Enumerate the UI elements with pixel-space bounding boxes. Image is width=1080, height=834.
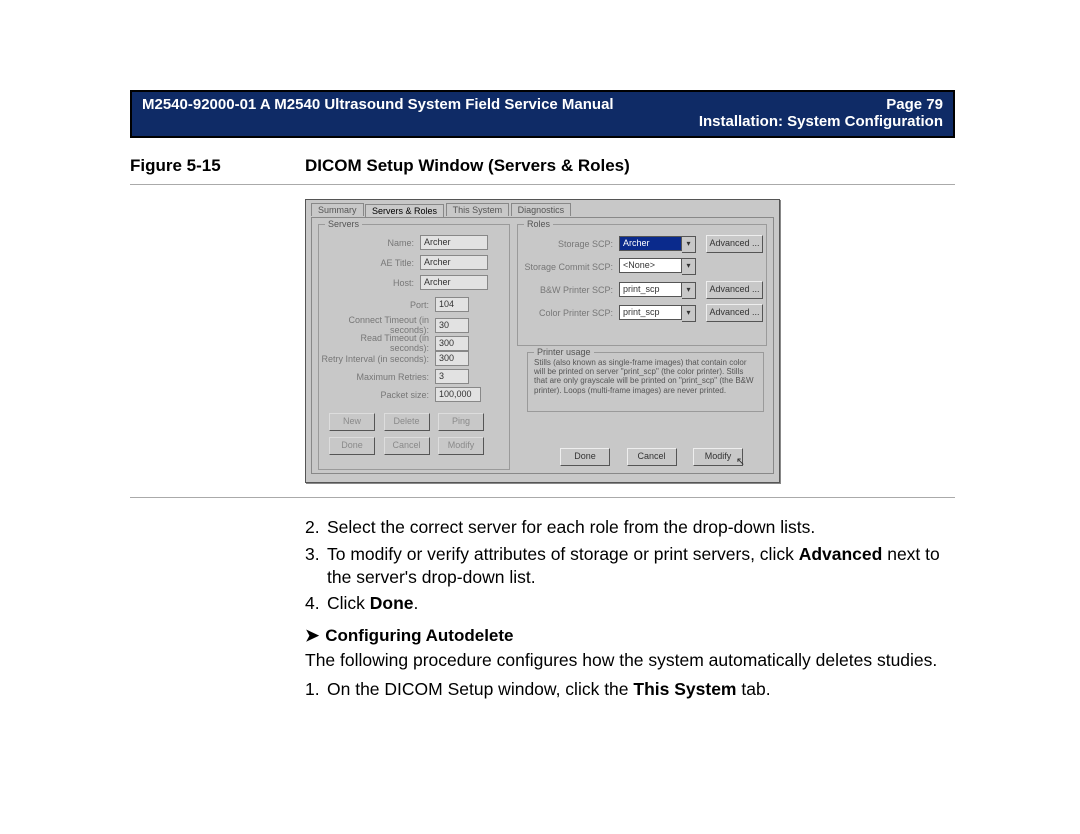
divider xyxy=(130,497,955,498)
connect-timeout-field[interactable]: 30 xyxy=(435,318,469,333)
subsection-intro: The following procedure configures how t… xyxy=(305,649,945,672)
step-list: 2.Select the correct server for each rol… xyxy=(305,516,945,615)
cursor-icon: ↖ xyxy=(736,455,745,468)
header-left: M2540-92000-01 A M2540 Ultrasound System… xyxy=(142,96,614,113)
color-printer-advanced-button[interactable]: Advanced ... xyxy=(706,304,763,322)
figure-number: Figure 5-15 xyxy=(130,156,305,176)
divider xyxy=(130,184,955,185)
done-button[interactable]: Done xyxy=(560,448,610,466)
bw-printer-advanced-button[interactable]: Advanced ... xyxy=(706,281,763,299)
tab-servers-roles[interactable]: Servers & Roles xyxy=(365,204,444,217)
storage-scp-advanced-button[interactable]: Advanced ... xyxy=(706,235,763,253)
dicom-setup-window: Summary Servers & Roles This System Diag… xyxy=(305,199,780,483)
arrow-icon: ➤ xyxy=(305,626,319,645)
port-field[interactable]: 104 xyxy=(435,297,469,312)
ping-button[interactable]: Ping xyxy=(438,413,484,431)
subsection-heading: ➤Configuring Autodelete xyxy=(305,625,945,647)
max-retries-field[interactable]: 3 xyxy=(435,369,469,384)
figure-title: DICOM Setup Window (Servers & Roles) xyxy=(305,156,630,176)
servers-done-button[interactable]: Done xyxy=(329,437,375,455)
header-page: Page 79 xyxy=(886,96,943,113)
printer-usage-text: Stills (also known as single-frame image… xyxy=(528,353,763,399)
tab-summary[interactable]: Summary xyxy=(311,203,364,216)
chevron-down-icon: ▾ xyxy=(682,305,696,322)
roles-legend: Roles xyxy=(524,219,553,229)
servers-cancel-button[interactable]: Cancel xyxy=(384,437,430,455)
page-header: M2540-92000-01 A M2540 Ultrasound System… xyxy=(130,90,955,138)
cancel-button[interactable]: Cancel xyxy=(627,448,677,466)
tab-diagnostics[interactable]: Diagnostics xyxy=(511,203,572,216)
read-timeout-field[interactable]: 300 xyxy=(435,336,469,351)
storage-scp-dropdown[interactable]: Archer▾ xyxy=(619,236,696,253)
servers-modify-button[interactable]: Modify xyxy=(438,437,484,455)
tab-this-system[interactable]: This System xyxy=(446,203,510,216)
new-button[interactable]: New xyxy=(329,413,375,431)
host-field[interactable]: Archer xyxy=(420,275,488,290)
step-list: 1.On the DICOM Setup window, click the T… xyxy=(305,678,945,701)
delete-button[interactable]: Delete xyxy=(384,413,430,431)
color-printer-scp-dropdown[interactable]: print_scp▾ xyxy=(619,305,696,322)
chevron-down-icon: ▾ xyxy=(682,258,696,275)
ae-field[interactable]: Archer xyxy=(420,255,488,270)
chevron-down-icon: ▾ xyxy=(682,282,696,299)
retry-interval-field[interactable]: 300 xyxy=(435,351,469,366)
printer-usage-legend: Printer usage xyxy=(534,347,594,357)
header-sub: Installation: System Configuration xyxy=(142,113,943,130)
packet-size-field[interactable]: 100,000 xyxy=(435,387,481,402)
servers-legend: Servers xyxy=(325,219,362,229)
storage-commit-scp-dropdown[interactable]: <None>▾ xyxy=(619,258,696,275)
name-field[interactable]: Archer xyxy=(420,235,488,250)
bw-printer-scp-dropdown[interactable]: print_scp▾ xyxy=(619,282,696,299)
chevron-down-icon: ▾ xyxy=(682,236,696,253)
